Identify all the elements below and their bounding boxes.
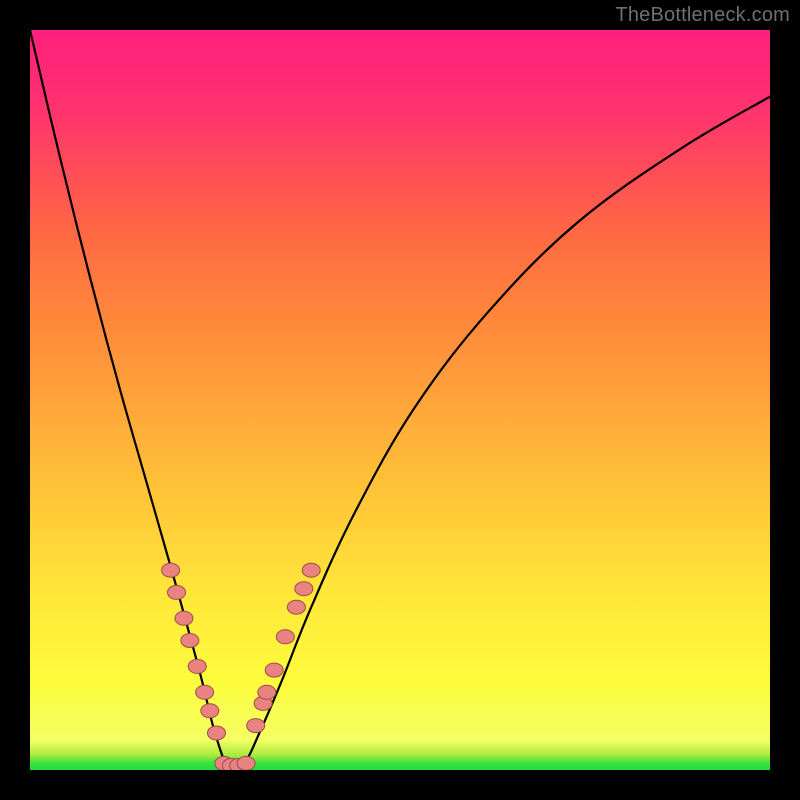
watermark-text: TheBottleneck.com [615, 4, 790, 27]
data-marker [265, 663, 283, 677]
data-marker [175, 611, 193, 625]
data-marker [276, 630, 294, 644]
data-marker [247, 719, 265, 733]
bottleneck-curve [30, 30, 770, 770]
data-marker [196, 685, 214, 699]
data-marker [207, 726, 225, 740]
data-marker [287, 600, 305, 614]
data-marker [237, 756, 255, 770]
data-marker [258, 685, 276, 699]
plot-area [30, 30, 770, 770]
chart-frame: TheBottleneck.com [0, 0, 800, 800]
bottleneck-curve-svg [30, 30, 770, 770]
data-marker [181, 634, 199, 648]
data-marker [295, 582, 313, 596]
data-marker [188, 659, 206, 673]
data-marker [201, 704, 219, 718]
data-marker [162, 563, 180, 577]
data-marker [168, 585, 186, 599]
data-marker [302, 563, 320, 577]
